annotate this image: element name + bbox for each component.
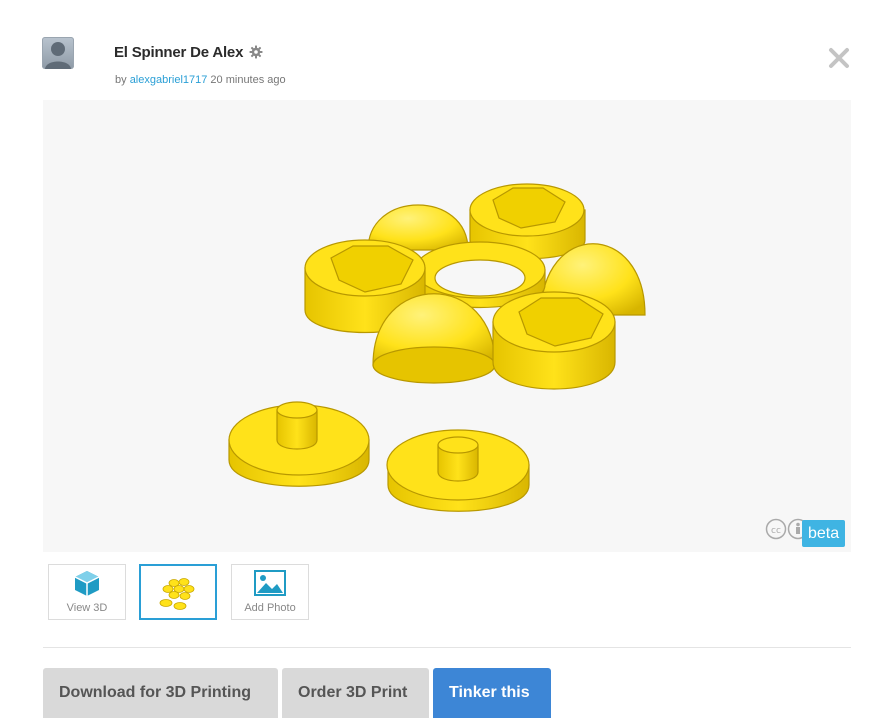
model-thumb[interactable] bbox=[139, 564, 217, 620]
author-link[interactable]: alexgabriel1717 bbox=[130, 74, 208, 86]
order-print-button[interactable]: Order 3D Print bbox=[282, 668, 429, 718]
byline-prefix: by bbox=[115, 74, 127, 86]
divider bbox=[43, 647, 851, 648]
model-thumbnail bbox=[159, 578, 195, 610]
close-icon[interactable] bbox=[826, 45, 852, 71]
user-avatar[interactable] bbox=[42, 37, 74, 69]
timestamp: 20 minutes ago bbox=[210, 74, 286, 86]
cc-icon[interactable]: cc bbox=[765, 518, 787, 540]
cube-icon bbox=[74, 571, 100, 596]
add-photo-thumb[interactable]: Add Photo bbox=[231, 564, 309, 620]
model-render bbox=[228, 183, 646, 512]
beta-badge: beta bbox=[802, 520, 846, 547]
byline: by alexgabriel1717 20 minutes ago bbox=[115, 74, 286, 86]
svg-text:cc: cc bbox=[771, 526, 781, 536]
thumb-label: View 3D bbox=[66, 602, 108, 614]
model-title[interactable]: El Spinner De Alex bbox=[114, 44, 243, 61]
thumb-label: Add Photo bbox=[244, 602, 296, 614]
view-3d-thumb[interactable]: View 3D bbox=[48, 564, 126, 620]
tinker-button[interactable]: Tinker this bbox=[433, 668, 551, 718]
model-viewer[interactable]: cc beta bbox=[43, 100, 851, 552]
image-icon bbox=[254, 570, 286, 596]
download-button[interactable]: Download for 3D Printing bbox=[43, 668, 278, 718]
gear-icon[interactable] bbox=[249, 45, 263, 59]
